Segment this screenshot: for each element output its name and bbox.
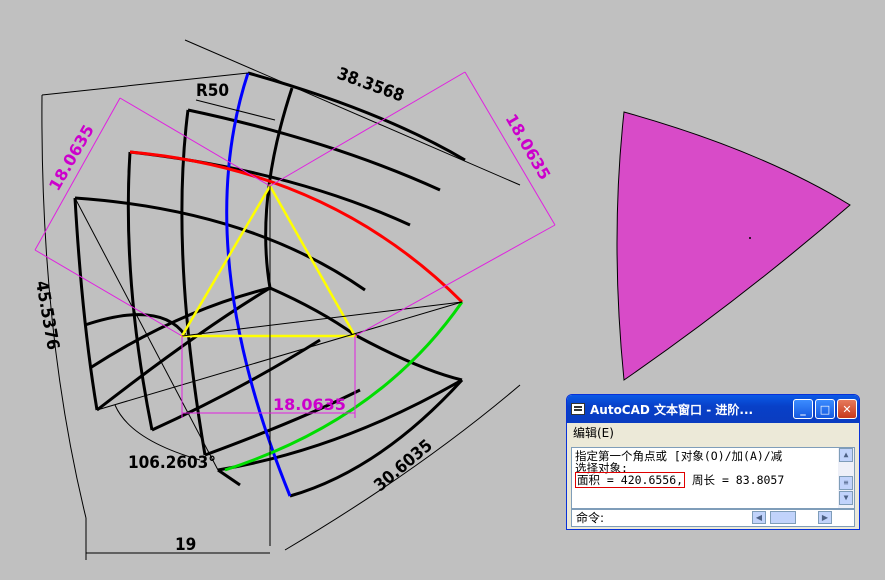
dim-left-arc: 45.5376 — [31, 279, 63, 351]
radius-label: R50 — [196, 81, 229, 101]
dim-angle: 106.2603° — [128, 453, 216, 473]
dim-left-aligned: 18.0635 — [45, 121, 98, 194]
scroll-right-icon[interactable]: ▶ — [818, 511, 832, 524]
dim-bottom-right-arc: 30.6035 — [370, 436, 436, 496]
vertical-scrollbar[interactable]: ▲ ≡ ▼ — [838, 448, 854, 508]
minimize-button[interactable]: _ — [793, 399, 813, 419]
scroll-thumb[interactable] — [770, 511, 796, 524]
scroll-left-icon[interactable]: ◀ — [752, 511, 766, 524]
filled-region — [616, 111, 851, 381]
command-prompt: 命令: — [576, 511, 605, 525]
grid-arc — [151, 338, 321, 432]
title-bar[interactable]: AutoCAD 文本窗口 - 进阶... _ □ ✕ — [567, 395, 859, 423]
menu-bar: 编辑(E) — [567, 423, 859, 443]
dim-bottom-linear: 19 — [175, 535, 196, 555]
app-icon — [571, 403, 585, 415]
menu-edit[interactable]: 编辑(E) — [573, 426, 614, 440]
window-title: AutoCAD 文本窗口 - 进阶... — [590, 402, 754, 417]
grid-arc — [217, 468, 241, 487]
grid-arc — [354, 333, 463, 382]
red-arc — [129, 150, 464, 304]
history-text[interactable]: 指定第一个角点或 [对象(O)/加(A)/减 选择对象: 面积 = 420.65… — [571, 447, 855, 509]
yellow-triangle — [179, 183, 358, 338]
scroll-thumb[interactable]: ≡ — [839, 476, 853, 490]
horizontal-scrollbar[interactable]: ◀ ▶ — [752, 511, 832, 524]
text-window[interactable]: AutoCAD 文本窗口 - 进阶... _ □ ✕ 编辑(E) 指定第一个角点… — [566, 394, 860, 530]
history-line: 面积 = 420.6556, 周长 = 83.8057 — [575, 472, 836, 488]
grid-arc — [126, 151, 154, 431]
command-line[interactable]: 命令: ◀ ▶ — [571, 509, 855, 527]
scroll-down-icon[interactable]: ▼ — [839, 491, 853, 505]
construction-lines — [41, 39, 521, 560]
magenta-dims — [34, 71, 556, 418]
grid-arc — [73, 197, 99, 411]
scroll-up-icon[interactable]: ▲ — [839, 448, 853, 462]
dim-bottom-horizontal: 18.0635 — [273, 395, 346, 414]
blue-arc — [225, 72, 292, 497]
area-value: 面积 = 420.6556, — [575, 472, 686, 488]
grid-arc — [187, 108, 441, 192]
maximize-button[interactable]: □ — [815, 399, 835, 419]
dim-top-arc: 38.3568 — [334, 64, 406, 107]
perimeter-value: 周长 = 83.8057 — [692, 473, 785, 487]
close-button[interactable]: ✕ — [837, 399, 857, 419]
